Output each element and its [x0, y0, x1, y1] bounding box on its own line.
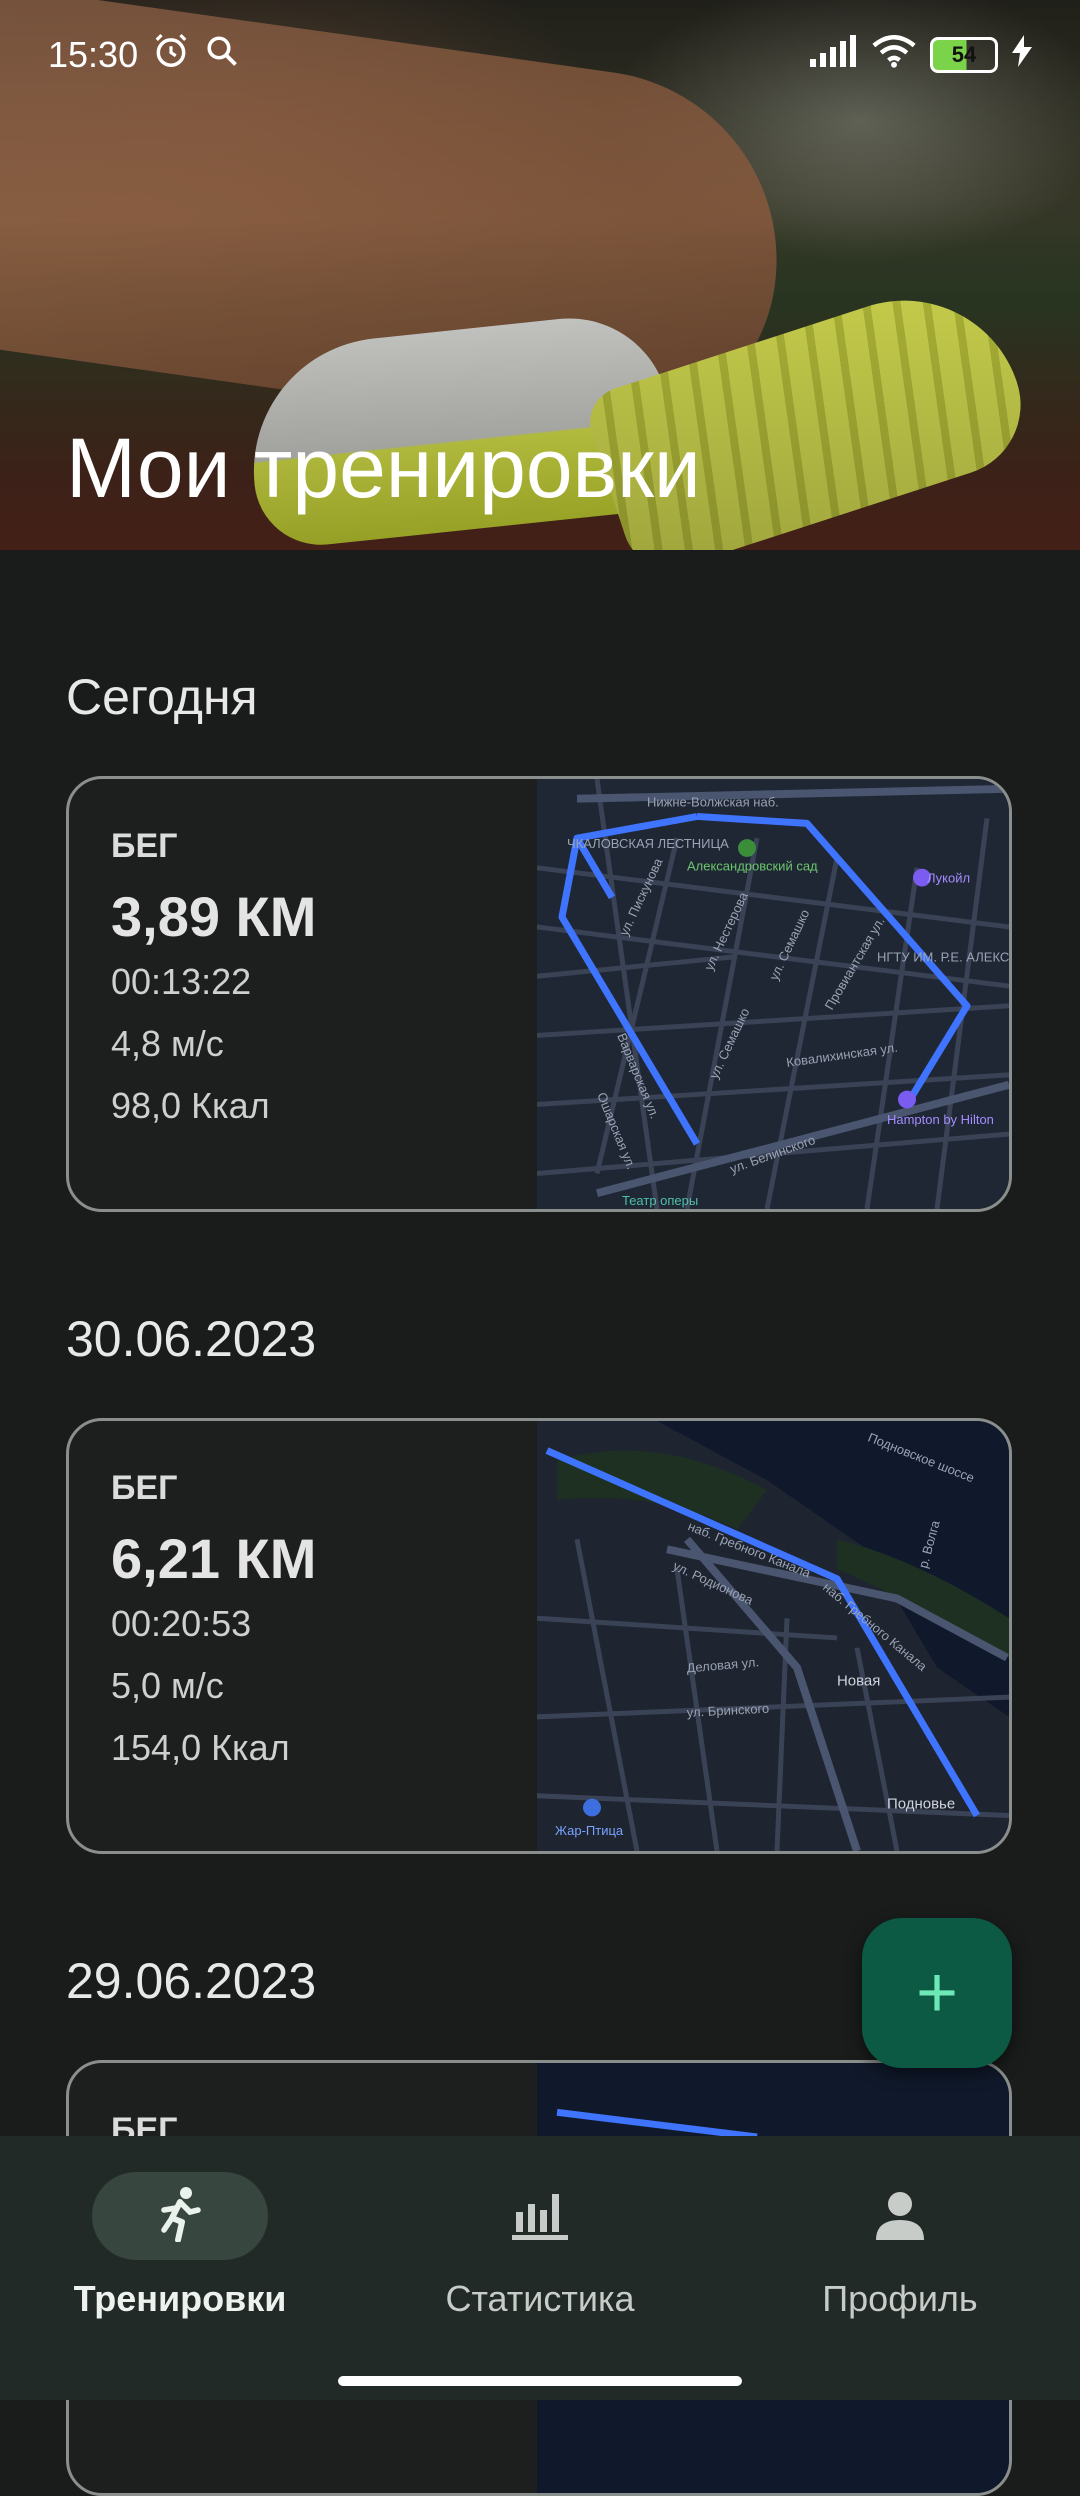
workout-calories: 154,0 Ккал	[111, 1727, 290, 1768]
map-poi-label: Жар-Птица	[555, 1823, 624, 1838]
status-bar: 15:30 54	[0, 0, 1080, 110]
bar-chart-icon	[512, 2188, 568, 2245]
map-poi-label: Лукойл	[927, 871, 970, 886]
nav-label: Профиль	[822, 2278, 978, 2319]
workout-calories: 98,0 Ккал	[111, 1085, 270, 1126]
alarm-icon	[152, 32, 190, 79]
workout-distance: 6,21 КМ	[111, 1527, 317, 1590]
section-date-today: Сегодня	[66, 669, 258, 725]
workout-distance: 3,89 КМ	[111, 885, 317, 948]
nav-item-statistics[interactable]: Статистика	[360, 2172, 720, 2320]
nav-label: Статистика	[445, 2278, 635, 2319]
section-date: 30.06.2023	[66, 1311, 317, 1367]
nav-item-profile[interactable]: Профиль	[720, 2172, 1080, 2320]
bottom-navigation: Тренировки Статистика Профиль	[0, 2136, 1080, 2400]
map-poi-label: Александровский сад	[687, 859, 818, 874]
nav-label: Тренировки	[73, 2278, 287, 2319]
charging-icon	[1012, 34, 1032, 76]
map-poi-label: ЧКАЛОВСКАЯ ЛЕСТНИЦА	[567, 836, 729, 851]
signal-icon	[810, 34, 858, 76]
workout-card[interactable]: БЕГ 3,89 КМ 00:13:22 4,8 м/с 98,0 Ккал Н…	[66, 776, 1012, 1212]
workout-speed: 4,8 м/с	[111, 1023, 224, 1064]
workout-duration: 00:13:22	[111, 961, 252, 1002]
map-poi-label: НГТУ ИМ. Р.Е. АЛЕКСЕЕВА	[877, 950, 1009, 965]
plus-icon: +	[915, 1953, 959, 2033]
battery-icon: 54	[930, 37, 998, 73]
workout-type: БЕГ	[111, 1469, 178, 1507]
route-map: Нижне-Волжская наб. ЧКАЛОВСКАЯ ЛЕСТНИЦА …	[537, 779, 1009, 1209]
workout-card[interactable]: БЕГ 6,21 КМ 00:20:53 5,0 м/с 154,0 Ккал …	[66, 1418, 1012, 1854]
workout-duration: 00:20:53	[111, 1603, 252, 1644]
wifi-icon	[872, 34, 916, 77]
run-icon	[155, 2186, 205, 2247]
map-poi-label: Театр оперы	[622, 1193, 698, 1208]
home-indicator[interactable]	[338, 2376, 742, 2386]
section-date: 29.06.2023	[66, 1953, 317, 2009]
person-icon	[874, 2188, 926, 2245]
add-workout-button[interactable]: +	[862, 1918, 1012, 2068]
map-poi-label: Hampton by Hilton	[887, 1112, 994, 1127]
route-map: наб. Гребного Канала наб. Гребного Канал…	[537, 1421, 1009, 1851]
map-poi-label: Новая	[837, 1673, 880, 1689]
workout-type: БЕГ	[111, 827, 178, 865]
workout-speed: 5,0 м/с	[111, 1665, 224, 1706]
search-icon	[204, 33, 240, 78]
map-street-label: Нижне-Волжская наб.	[647, 795, 779, 810]
nav-item-workouts[interactable]: Тренировки	[0, 2172, 360, 2320]
status-time: 15:30	[48, 34, 139, 75]
page-title: Мои тренировки	[66, 421, 701, 515]
map-poi-label: Подновье	[887, 1797, 955, 1813]
